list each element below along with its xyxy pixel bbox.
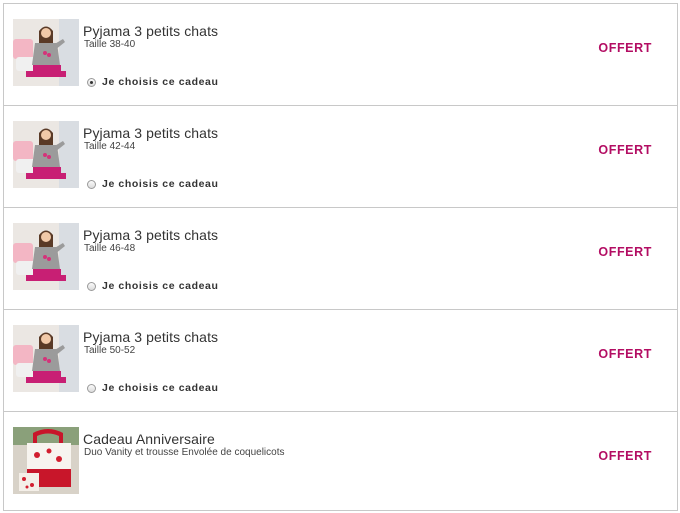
gift-row: Pyjama 3 petits chats Taille 42-44 Je ch… bbox=[4, 106, 677, 208]
radio-button[interactable] bbox=[87, 383, 96, 393]
choose-gift-label[interactable]: Je choisis ce cadeau bbox=[102, 76, 218, 88]
gift-size: Taille 38-40 bbox=[84, 39, 136, 50]
gift-size: Taille 50-52 bbox=[84, 345, 136, 356]
choose-gift-label[interactable]: Je choisis ce cadeau bbox=[102, 178, 218, 190]
gift-description: Duo Vanity et trousse Envolée de coqueli… bbox=[84, 447, 285, 458]
gift-list: Pyjama 3 petits chats Taille 38-40 Je ch… bbox=[3, 3, 678, 511]
radio-button[interactable] bbox=[87, 281, 96, 291]
gift-title: Pyjama 3 petits chats bbox=[83, 329, 219, 345]
gift-title: Pyjama 3 petits chats bbox=[83, 227, 219, 243]
gift-title: Pyjama 3 petits chats bbox=[83, 23, 219, 39]
price-offert: OFFERT bbox=[598, 245, 652, 259]
pyjama-photo bbox=[13, 19, 79, 86]
choose-gift-label[interactable]: Je choisis ce cadeau bbox=[102, 382, 218, 394]
vanity-bag-photo bbox=[13, 427, 79, 494]
gift-size: Taille 42-44 bbox=[84, 141, 136, 152]
gift-title: Cadeau Anniversaire bbox=[83, 431, 215, 447]
choose-gift-label[interactable]: Je choisis ce cadeau bbox=[102, 280, 218, 292]
gift-row: Cadeau Anniversaire Duo Vanity et trouss… bbox=[4, 412, 677, 512]
gift-row: Pyjama 3 petits chats Taille 46-48 Je ch… bbox=[4, 208, 677, 310]
price-offert: OFFERT bbox=[598, 143, 652, 157]
choose-gift-option[interactable]: Je choisis ce cadeau bbox=[87, 382, 218, 394]
choose-gift-option[interactable]: Je choisis ce cadeau bbox=[87, 76, 218, 88]
pyjama-photo bbox=[13, 121, 79, 188]
gift-title: Pyjama 3 petits chats bbox=[83, 125, 219, 141]
choose-gift-option[interactable]: Je choisis ce cadeau bbox=[87, 178, 218, 190]
price-offert: OFFERT bbox=[598, 449, 652, 463]
radio-button[interactable] bbox=[87, 179, 96, 189]
pyjama-photo bbox=[13, 223, 79, 290]
gift-row: Pyjama 3 petits chats Taille 38-40 Je ch… bbox=[4, 4, 677, 106]
choose-gift-option[interactable]: Je choisis ce cadeau bbox=[87, 280, 218, 292]
price-offert: OFFERT bbox=[598, 41, 652, 55]
radio-button-checked[interactable] bbox=[87, 77, 96, 87]
gift-row: Pyjama 3 petits chats Taille 50-52 Je ch… bbox=[4, 310, 677, 412]
gift-size: Taille 46-48 bbox=[84, 243, 136, 254]
pyjama-photo bbox=[13, 325, 79, 392]
price-offert: OFFERT bbox=[598, 347, 652, 361]
